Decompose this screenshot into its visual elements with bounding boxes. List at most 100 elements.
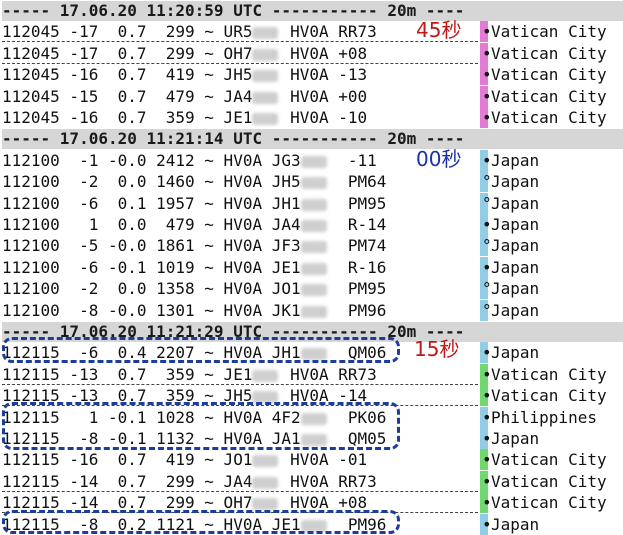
message-prefix: 112100 -5 -0.0 1861 ~ HV0A JF3 [2, 236, 301, 255]
decode-message[interactable]: 112045 -15 0.7 479 ~ JA4 HV0A +00 [2, 87, 478, 107]
message-prefix: 112045 -16 0.7 419 ~ JH5 [2, 65, 253, 84]
message-suffix: HV0A +08 [280, 44, 368, 63]
message-prefix: 112115 -13 0.7 359 ~ JE1 [2, 365, 253, 384]
annotation-15-seconds: 15秒 [414, 337, 460, 361]
decode-row: 112100 1 0.0 479 ~ HV0A JA4 R-14 • Japan [0, 214, 623, 235]
message-prefix: 112100 -6 -0.1 1019 ~ HV0A JE1 [2, 258, 301, 277]
decode-message[interactable]: 112100 -1 -0.0 2412 ~ HV0A JG3 -11 [2, 151, 478, 171]
cycle-separator: ----- 17.06.20 11:21:14 UTC ----------- … [0, 128, 623, 149]
decode-log-window: ----- 17.06.20 11:20:59 UTC ----------- … [0, 0, 623, 535]
message-suffix: HV0A -13 [280, 65, 368, 84]
redacted-callsign [252, 369, 279, 382]
decode-message[interactable]: 112045 -16 0.7 419 ~ JH5 HV0A -13 [2, 65, 478, 85]
message-prefix: 112045 -16 0.7 359 ~ JE1 [2, 108, 253, 127]
country-label: Japan [491, 172, 540, 191]
decode-message[interactable]: 112100 -2 0.0 1358 ~ HV0A JO1 PM95 [2, 279, 478, 299]
country-label: Japan [491, 515, 540, 534]
decode-message[interactable]: 112100 -8 -0.0 1301 ~ HV0A JK1 PM96 [2, 301, 478, 321]
decode-row: 112115 -16 0.7 419 ~ JO1 HV0A -01 • Vatica… [0, 449, 623, 470]
country-label: Vatican City [491, 108, 607, 127]
decode-message[interactable]: 112115 -14 0.7 299 ~ JA4 HV0A RR73 [2, 472, 478, 492]
message-suffix: HV0A -10 [280, 108, 368, 127]
country-label: Japan [491, 258, 540, 277]
country-label: Japan [491, 279, 540, 298]
decode-row: 112115 -14 0.7 299 ~ JA4 HV0A RR73 • Vatic… [0, 471, 623, 492]
country-label: Vatican City [491, 87, 607, 106]
decode-row: 112100 -5 -0.0 1861 ~ HV0A JF3 PM74 ° Japa… [0, 235, 623, 256]
highlight-box-2 [2, 402, 400, 450]
redacted-callsign [300, 198, 327, 211]
country-label: Vatican City [491, 22, 607, 41]
redacted-callsign [300, 176, 327, 189]
decode-row: 112045 -17 0.7 299 ~ UR5 HV0A RR73 • Vatic… [0, 21, 623, 42]
message-suffix: PM95 [328, 279, 387, 298]
message-prefix: 112100 -8 -0.0 1301 ~ HV0A JK1 [2, 301, 301, 320]
message-prefix: 112100 -1 -0.0 2412 ~ HV0A JG3 [2, 151, 301, 170]
message-prefix: 112100 -2 0.0 1358 ~ HV0A JO1 [2, 279, 301, 298]
country-label: Japan [491, 429, 540, 448]
redacted-callsign [300, 155, 327, 168]
decode-message[interactable]: 112100 -2 0.0 1460 ~ HV0A JH5 PM64 [2, 172, 478, 192]
decode-message[interactable]: 112115 -16 0.7 419 ~ JO1 HV0A -01 [2, 450, 478, 470]
message-suffix: HV0A RR73 [280, 365, 377, 384]
decode-message[interactable]: 112115 -13 0.7 359 ~ JE1 HV0A RR73 [2, 365, 478, 385]
country-label: Philippines [491, 408, 597, 427]
redacted-callsign [300, 240, 327, 253]
decode-message[interactable]: 112045 -17 0.7 299 ~ OH7 HV0A +08 [2, 44, 478, 64]
country-label: Japan [491, 194, 540, 213]
decode-message[interactable]: 112045 -16 0.7 359 ~ JE1 HV0A -10 [2, 108, 478, 128]
country-label: Japan [491, 343, 540, 362]
redacted-callsign [252, 91, 279, 104]
decode-message[interactable]: 112045 -17 0.7 299 ~ UR5 HV0A RR73 [2, 22, 478, 42]
country-label: Vatican City [491, 450, 607, 469]
message-suffix: PM64 [328, 172, 387, 191]
country-label: Japan [491, 151, 540, 170]
message-suffix: HV0A -01 [280, 450, 368, 469]
cycle-separator-text: ----- 17.06.20 11:21:14 UTC ----------- … [2, 129, 623, 149]
decode-message[interactable]: 112100 -6 0.1 1957 ~ HV0A JH1 PM95 [2, 194, 478, 214]
decode-row: 112100 -6 0.1 1957 ~ HV0A JH1 PM95 ° Japan [0, 193, 623, 214]
decode-row: 112100 -1 -0.0 2412 ~ HV0A JG3 -11 • Japan [0, 150, 623, 171]
message-prefix: 112100 -2 0.0 1460 ~ HV0A JH5 [2, 172, 301, 191]
redacted-callsign [252, 497, 279, 510]
decode-message[interactable]: 112100 -6 -0.1 1019 ~ HV0A JE1 R-16 [2, 258, 478, 278]
message-suffix: HV0A RR73 [280, 472, 377, 491]
annotation-00-seconds: 00秒 [416, 147, 462, 171]
redacted-callsign [252, 476, 279, 489]
country-label: Vatican City [491, 365, 607, 384]
country-label: Vatican City [491, 386, 607, 405]
decode-row: 112100 -8 -0.0 1301 ~ HV0A JK1 PM96 ° Japa… [0, 300, 623, 321]
redacted-callsign [252, 390, 279, 403]
message-suffix: R-16 [328, 258, 387, 277]
message-prefix: 112045 -17 0.7 299 ~ OH7 [2, 44, 253, 63]
message-prefix: 112045 -15 0.7 479 ~ JA4 [2, 87, 253, 106]
decode-row: 112100 -6 -0.1 1019 ~ HV0A JE1 R-16 • Japa… [0, 257, 623, 278]
redacted-callsign [300, 305, 327, 318]
message-prefix: 112045 -17 0.7 299 ~ UR5 [2, 22, 253, 41]
redacted-callsign [300, 219, 327, 232]
redacted-callsign [300, 283, 327, 296]
decode-row: 112100 -2 0.0 1460 ~ HV0A JH5 PM64 ° Japan [0, 171, 623, 192]
message-prefix: 112115 -16 0.7 419 ~ JO1 [2, 450, 253, 469]
country-label: Vatican City [491, 493, 607, 512]
decode-row: 112045 -15 0.7 479 ~ JA4 HV0A +00 • Vatica… [0, 86, 623, 107]
message-suffix: PM74 [328, 236, 387, 255]
message-prefix: 112100 1 0.0 479 ~ HV0A JA4 [2, 215, 301, 234]
country-label: Vatican City [491, 44, 607, 63]
decode-message[interactable]: 112100 -5 -0.0 1861 ~ HV0A JF3 PM74 [2, 236, 478, 256]
redacted-callsign [252, 48, 279, 61]
decode-row: 112115 -13 0.7 359 ~ JE1 HV0A RR73 • Vatic… [0, 364, 623, 385]
decode-message[interactable]: 112100 1 0.0 479 ~ HV0A JA4 R-14 [2, 215, 478, 235]
country-label: Vatican City [491, 472, 607, 491]
country-label: Japan [491, 301, 540, 320]
message-suffix: HV0A +00 [280, 87, 368, 106]
message-suffix: PM96 [328, 301, 387, 320]
country-label: Japan [491, 236, 540, 255]
decode-row: 112100 -2 0.0 1358 ~ HV0A JO1 PM95 ° Japan [0, 278, 623, 299]
redacted-callsign [300, 262, 327, 275]
highlight-box-3 [2, 510, 400, 534]
message-suffix: R-14 [328, 215, 387, 234]
country-label: Vatican City [491, 65, 607, 84]
redacted-callsign [252, 69, 279, 82]
redacted-callsign [252, 26, 279, 39]
